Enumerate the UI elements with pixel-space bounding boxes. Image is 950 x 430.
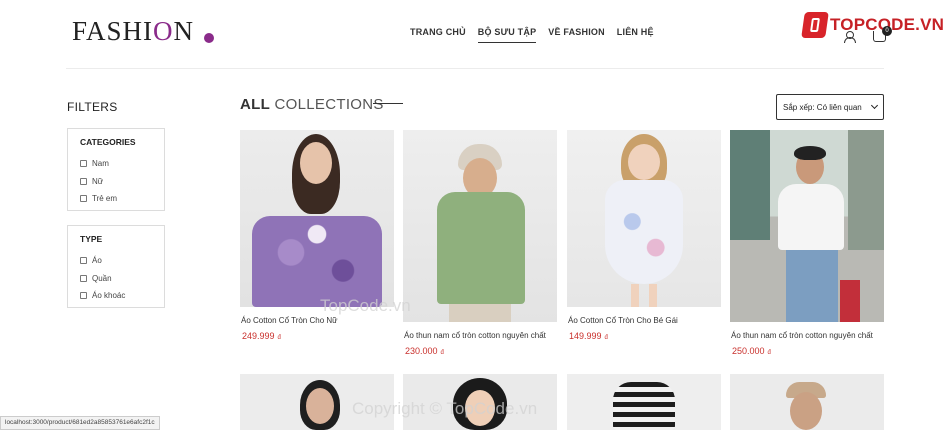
price-value: 230.000: [405, 346, 438, 356]
logo-text-accent: O: [153, 16, 174, 46]
cart-count-badge: 0: [882, 26, 892, 36]
product-card[interactable]: [240, 374, 394, 430]
product-card[interactable]: [730, 374, 884, 430]
site-logo[interactable]: FASHION: [72, 16, 194, 47]
logo-text-main: FASHI: [72, 16, 154, 46]
product-price: 149.999 đ: [567, 331, 721, 341]
product-name[interactable]: Áo thun nam cổ tròn cotton nguyên chất: [403, 331, 557, 340]
logo-dot: [204, 33, 214, 43]
product-price: 250.000 đ: [730, 346, 884, 356]
header-divider: [66, 68, 884, 69]
price-value: 149.999: [569, 331, 602, 341]
nav-item-contact[interactable]: LIÊN HỆ: [617, 27, 654, 37]
filter-label: Áo khoác: [92, 291, 126, 301]
nav-item-home[interactable]: TRANG CHỦ: [410, 27, 466, 37]
chevron-down-icon: [870, 101, 879, 110]
filter-label: Nam: [92, 159, 109, 169]
checkbox[interactable]: [80, 177, 87, 185]
topcode-logo-icon: [801, 12, 829, 38]
product-card[interactable]: Áo thun nam cổ tròn cotton nguyên chất 2…: [403, 130, 557, 356]
filter-option-women[interactable]: Nữ: [80, 173, 152, 191]
type-heading: TYPE: [80, 234, 103, 244]
product-name[interactable]: Áo Cotton Cổ Tròn Cho Nữ: [240, 316, 394, 325]
filter-option-jacket[interactable]: Áo khoác: [80, 287, 152, 305]
product-image[interactable]: [240, 130, 394, 307]
product-card[interactable]: [403, 374, 557, 430]
logo-text-end: N: [173, 16, 195, 46]
status-bar-url: localhost:3000/product/681ed2a85853761e6…: [0, 416, 160, 430]
price-value: 250.000: [732, 346, 765, 356]
price-currency: đ: [767, 350, 771, 356]
categories-heading: CATEGORIES: [80, 137, 136, 147]
product-name[interactable]: Áo thun nam cổ tròn cotton nguyên chất: [730, 331, 884, 340]
filter-option-pants[interactable]: Quần: [80, 270, 152, 288]
filter-label: Trẻ em: [92, 194, 118, 204]
filter-option-men[interactable]: Nam: [80, 155, 152, 173]
checkbox[interactable]: [80, 292, 87, 300]
checkbox[interactable]: [80, 274, 87, 282]
filter-label: Áo: [92, 256, 102, 266]
product-image[interactable]: [730, 374, 884, 430]
product-name[interactable]: Áo Cotton Cổ Tròn Cho Bé Gái: [567, 316, 721, 325]
product-card[interactable]: [567, 374, 721, 430]
checkbox[interactable]: [80, 160, 87, 168]
main-nav: TRANG CHỦ BỘ SƯU TẬP VỀ FASHION LIÊN HỆ: [410, 27, 654, 43]
nav-item-about[interactable]: VỀ FASHION: [548, 27, 605, 37]
product-card[interactable]: Áo Cotton Cổ Tròn Cho Bé Gái 149.999 đ: [567, 130, 721, 341]
product-image[interactable]: [730, 130, 884, 322]
price-currency: đ: [604, 335, 608, 341]
product-image[interactable]: [567, 130, 721, 307]
product-image[interactable]: [403, 374, 557, 430]
filter-option-kids[interactable]: Trẻ em: [80, 190, 152, 208]
sort-select-value: Sắp xếp: Có liên quan: [783, 102, 862, 112]
price-currency: đ: [277, 335, 281, 341]
price-value: 249.999: [242, 331, 275, 341]
header-icons: 0: [843, 26, 892, 43]
filter-option-shirt[interactable]: Áo: [80, 252, 152, 270]
checkbox[interactable]: [80, 195, 87, 203]
title-underline: [373, 103, 403, 104]
user-icon[interactable]: [843, 31, 856, 43]
product-image[interactable]: [240, 374, 394, 430]
sort-select[interactable]: Sắp xếp: Có liên quan: [776, 94, 884, 120]
product-image[interactable]: [403, 130, 557, 322]
product-image[interactable]: [567, 374, 721, 430]
collection-title-bold: ALL: [240, 96, 271, 113]
categories-filter: CATEGORIES Nam Nữ Trẻ em: [67, 128, 165, 211]
filter-label: Quần: [92, 273, 112, 283]
type-filter: TYPE Áo Quần Áo khoác: [67, 225, 165, 308]
collection-title-light: COLLECTIONS: [274, 96, 384, 113]
price-currency: đ: [440, 350, 444, 356]
cart-icon[interactable]: 0: [873, 26, 892, 42]
nav-item-collections[interactable]: BỘ SƯU TẬP: [477, 27, 537, 43]
product-price: 230.000 đ: [403, 346, 557, 356]
product-card[interactable]: Áo thun nam cổ tròn cotton nguyên chất 2…: [730, 130, 884, 356]
collection-title: ALL COLLECTIONS: [240, 96, 384, 113]
product-card[interactable]: Áo Cotton Cổ Tròn Cho Nữ 249.999 đ: [240, 130, 394, 341]
product-price: 249.999 đ: [240, 331, 394, 341]
checkbox[interactable]: [80, 257, 87, 265]
filters-title: FILTERS: [67, 100, 118, 114]
filter-label: Nữ: [92, 176, 104, 186]
